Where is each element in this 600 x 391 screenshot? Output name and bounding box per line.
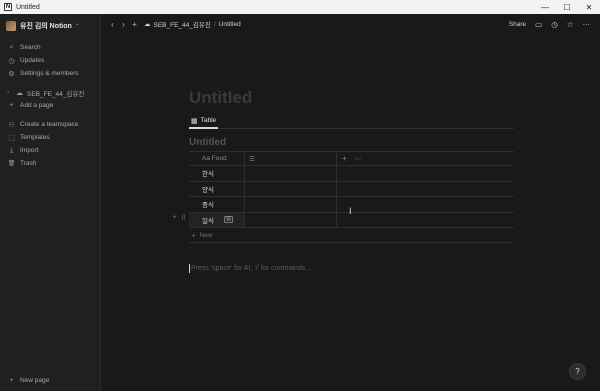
table-cell [337,166,514,181]
sidebar-item-updates[interactable]: ◷ Updates [0,54,100,67]
database-title[interactable]: Untitled [189,137,226,148]
close-icon[interactable]: ✕ [578,0,600,14]
table-cell [337,182,514,197]
text-cursor-icon: I [349,206,352,216]
table-cell-food[interactable]: 한식 [189,166,245,181]
sidebar-item-label: Search [20,44,41,51]
teamspace-icon: ⚇ [8,121,15,129]
list-icon: ☰ [249,155,255,163]
topbar-actions: Share ▭ ◷ ☆ ⋯ [509,20,590,29]
sidebar-item-settings[interactable]: ⚙ Settings & members [0,67,100,80]
sidebar-page-label: SEB_FE_44_김유진 [27,90,85,98]
sidebar-item-label: Settings & members [20,70,79,77]
add-column-icon[interactable]: + [342,154,347,163]
table-cell-food[interactable]: 중식 [189,197,245,212]
templates-icon: ⬚ [8,134,15,142]
gear-icon: ⚙ [8,70,15,78]
tab-table[interactable]: ▦ Table [189,114,219,129]
table-cell[interactable] [245,166,337,181]
tab-label: Table [200,117,217,124]
sidebar: 유진 김의 Notion ⌃ ⌕ Search ◷ Updates ⚙ Sett… [0,14,101,391]
back-icon[interactable]: ‹ [107,20,118,29]
more-options-icon[interactable]: ⋯ [355,155,362,163]
topbar: ‹ › + ☁ SEB_FE_44_김유진 / Untitled Share ▭… [101,14,600,34]
table-cell[interactable] [245,181,337,196]
cloud-icon: ☁ [144,21,151,28]
table-cell [337,213,514,228]
table-row[interactable]: 양식 [189,181,514,197]
share-button[interactable]: Share [509,21,526,28]
table-icon: ▦ [191,117,198,125]
sidebar-item-label: Trash [20,160,37,167]
search-icon: ⌕ [9,43,14,51]
table-cell-food[interactable]: 일식 ▤ [189,212,245,227]
breadcrumb: ☁ SEB_FE_44_김유진 / Untitled [144,19,241,30]
sidebar-item-trash[interactable]: 🗑 Trash [0,157,100,170]
sidebar-item-label: Create a teamspace [20,121,79,128]
sidebar-item-label: Templates [20,134,50,141]
sidebar-item-label: Updates [20,57,45,64]
new-page-button[interactable]: + New page [0,374,100,387]
toggle-chevron-icon[interactable]: › [7,89,13,96]
plus-icon: + [9,102,14,109]
comment-icon[interactable]: ▭ [535,20,542,29]
favorite-star-icon[interactable]: ☆ [567,20,574,29]
table-row[interactable]: 한식 [189,166,514,182]
sidebar-item-search[interactable]: ⌕ Search [0,41,100,54]
sidebar-item-create-teamspace[interactable]: ⚇ Create a teamspace [0,118,100,131]
table-cell-food[interactable]: 양식 [189,181,245,196]
plus-icon: + [191,230,196,240]
chevron-updown-icon: ⌃ [74,23,80,30]
workspace-switcher[interactable]: 유진 김의 Notion ⌃ [0,17,100,35]
maximize-icon[interactable]: ☐ [556,0,578,14]
trash-icon: 🗑 [7,161,16,167]
breadcrumb-separator: / [213,20,216,28]
database-view-tabs: ▦ Table [189,114,514,129]
window-controls: — ☐ ✕ [534,0,600,14]
table-cell[interactable] [245,212,337,227]
editor-placeholder[interactable]: Press 'space' for AI, '/' for commands..… [189,264,311,273]
history-icon[interactable]: ◷ [551,20,558,29]
sidebar-item-templates[interactable]: ⬚ Templates [0,131,100,144]
plus-circle-icon: + [9,377,14,384]
open-page-icon[interactable]: ▤ [223,216,233,224]
page-title[interactable]: Untitled [189,88,252,108]
sidebar-page-seb[interactable]: › ☁ SEB_FE_44_김유진 [0,86,100,99]
new-page-label: New page [20,377,50,384]
sidebar-item-import[interactable]: ⤓ Import [0,144,100,157]
notion-app-icon: N [4,3,12,11]
main-content: Untitled ▦ Table Untitled Aa Food ☰ + ⋯ … [101,34,600,391]
row-handles: + ⠿ [170,214,188,222]
minimize-icon[interactable]: — [534,0,556,14]
help-button[interactable]: ? [569,363,586,380]
add-page-icon[interactable]: + [129,20,140,29]
column-header-extra[interactable]: ☰ [245,152,337,165]
workspace-name: 유진 김의 Notion [20,23,72,30]
workspace-avatar [6,21,16,31]
new-row-button[interactable]: + New [189,228,514,243]
import-icon: ⤓ [9,146,14,154]
cloud-icon: ☁ [16,89,23,97]
table-cell [337,197,514,212]
new-row-label: New [199,231,213,239]
window-title: Untitled [16,3,40,11]
column-header-actions: + ⋯ [337,152,514,165]
sidebar-item-label: Add a page [20,102,54,109]
table-header: Aa Food ☰ + ⋯ [189,151,514,166]
row-add-icon[interactable]: + [170,214,179,222]
breadcrumb-parent[interactable]: SEB_FE_44_김유진 [154,19,211,29]
table-cell[interactable] [245,197,337,212]
clock-icon: ◷ [8,57,15,65]
window-titlebar: N Untitled — ☐ ✕ [0,0,600,14]
sidebar-item-label: Import [20,147,39,154]
forward-icon[interactable]: › [118,20,129,29]
database-table: Aa Food ☰ + ⋯ 한식 양식 중식 + ⠿ 일식 ▤ + New [172,151,514,243]
drag-handle-icon[interactable]: ⠿ [179,214,188,222]
table-cell-text: 일식 [202,217,214,225]
breadcrumb-current[interactable]: Untitled [219,21,241,28]
sidebar-add-page[interactable]: + Add a page [0,99,100,112]
column-header-food[interactable]: Aa Food [189,152,245,165]
more-options-icon[interactable]: ⋯ [583,20,591,29]
